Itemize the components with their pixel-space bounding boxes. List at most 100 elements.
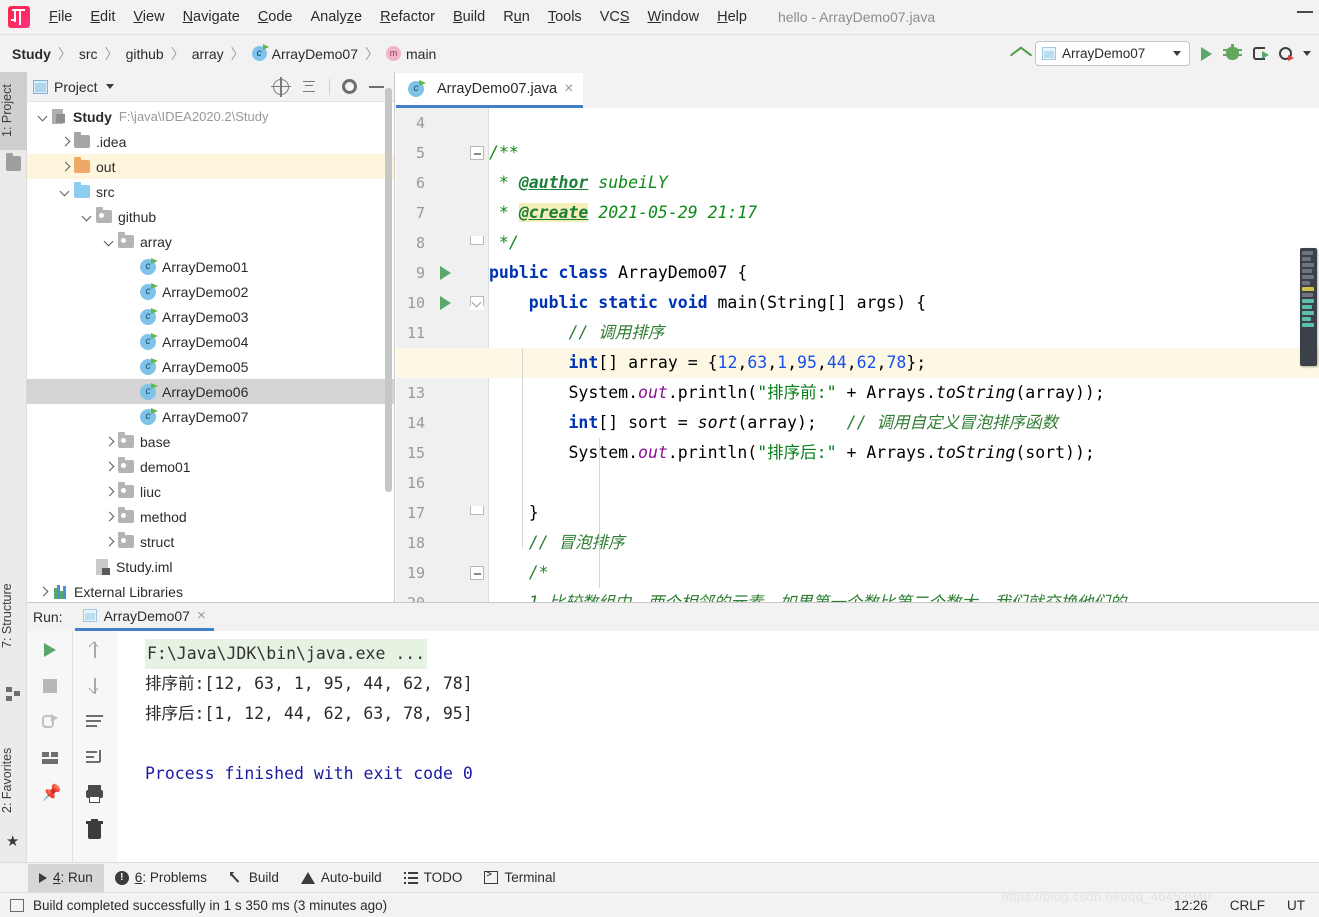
breadcrumb-item-main[interactable]: m main: [386, 46, 436, 62]
chevron-right-icon[interactable]: [57, 159, 73, 175]
bottom-tab-todo[interactable]: TODO: [393, 864, 474, 892]
tree-node-arraydemo05[interactable]: c ArrayDemo05: [27, 354, 394, 379]
chevron-down-icon[interactable]: [79, 209, 95, 225]
tree-node-array[interactable]: array: [27, 229, 394, 254]
dump-threads-button[interactable]: [39, 711, 61, 733]
sidebar-item-project[interactable]: 1: Project: [0, 72, 27, 150]
menu-window[interactable]: Window: [639, 7, 709, 27]
gear-icon[interactable]: [342, 79, 357, 94]
code-fold-icon[interactable]: [470, 566, 484, 580]
breadcrumb-item-github[interactable]: github: [126, 46, 164, 62]
sidebar-item-structure[interactable]: 7: Structure: [0, 568, 27, 663]
debug-button[interactable]: [1222, 43, 1244, 65]
minimize-button[interactable]: [1297, 11, 1313, 13]
chevron-right-icon[interactable]: [101, 484, 117, 500]
tree-node-arraydemo06[interactable]: c ArrayDemo06: [27, 379, 394, 404]
code-line[interactable]: System.out.println("排序前:" + Arrays.toStr…: [489, 378, 1104, 408]
code-editor[interactable]: 456789101112131415161718192021 /** * @au…: [396, 108, 1319, 602]
bottom-tab-6-problems[interactable]: ! 6: Problems: [104, 864, 218, 892]
console-output[interactable]: F:\Java\JDK\bin\java.exe ... 排序前:[12, 63,…: [117, 631, 1319, 862]
tab-arraydemo07-java[interactable]: c ArrayDemo07.java ×: [396, 73, 584, 108]
tree-node-external-libraries[interactable]: External Libraries: [27, 579, 394, 600]
pin-icon[interactable]: 📌: [39, 783, 62, 805]
code-line[interactable]: */: [489, 228, 519, 258]
layout-button[interactable]: [39, 747, 61, 769]
menu-analyze[interactable]: Analyze: [302, 7, 372, 27]
bottom-tab-4-run[interactable]: 4: Run: [28, 863, 104, 892]
chevron-right-icon[interactable]: [101, 434, 117, 450]
project-tree[interactable]: Study F:\java\IDEA2020.2\Study .idea out src…: [27, 102, 394, 600]
code-line[interactable]: }: [489, 498, 539, 528]
status-line-separator[interactable]: CRLF: [1230, 898, 1265, 913]
bottom-tab-terminal[interactable]: Terminal: [473, 864, 566, 892]
close-icon[interactable]: ×: [564, 81, 573, 97]
chevron-down-icon[interactable]: [105, 84, 114, 89]
code-fold-icon[interactable]: [470, 506, 484, 515]
code-line[interactable]: public static void main(String[] args) {: [489, 288, 926, 318]
sidebar-item-favorites[interactable]: 2: Favorites: [0, 730, 27, 830]
locate-icon[interactable]: [271, 76, 291, 97]
chevron-down-icon[interactable]: [1303, 51, 1311, 56]
menu-view[interactable]: View: [124, 7, 173, 27]
tree-node-arraydemo03[interactable]: c ArrayDemo03: [27, 304, 394, 329]
breadcrumb-item-arraydemo07[interactable]: c ArrayDemo07: [251, 44, 358, 62]
code-line[interactable]: * @author subeiLY: [489, 168, 668, 198]
breadcrumb-item-array[interactable]: array: [192, 46, 224, 62]
code-fold-icon[interactable]: [470, 236, 484, 245]
code-analysis-minimap[interactable]: [1300, 248, 1317, 366]
tree-node-struct[interactable]: struct: [27, 529, 394, 554]
chevron-right-icon[interactable]: [101, 509, 117, 525]
chevron-right-icon[interactable]: [101, 534, 117, 550]
chevron-down-icon[interactable]: [35, 109, 51, 125]
close-icon[interactable]: ×: [197, 607, 206, 624]
trash-icon[interactable]: [84, 819, 106, 841]
code-line[interactable]: * @create 2021-05-29 21:17: [489, 198, 757, 228]
run-with-coverage-button[interactable]: [1249, 43, 1271, 65]
tree-node-demo01[interactable]: demo01: [27, 454, 394, 479]
run-tab-arraydemo07[interactable]: ArrayDemo07 ×: [74, 603, 214, 631]
menu-code[interactable]: Code: [249, 7, 302, 27]
chevron-right-icon[interactable]: [35, 584, 51, 600]
code-line[interactable]: int[] array = {12,63,1,95,44,62,78};: [396, 348, 1319, 378]
code-text[interactable]: /** * @author subeiLY * @create 2021-05-…: [396, 108, 1319, 602]
tree-node-src[interactable]: src: [27, 179, 394, 204]
tree-node-study-iml[interactable]: Study.iml: [27, 554, 394, 579]
gutter-run-icon[interactable]: [440, 266, 451, 280]
menu-vcs[interactable]: VCS: [591, 7, 639, 27]
soft-wrap-icon[interactable]: [84, 711, 106, 733]
stop-button[interactable]: [39, 675, 61, 697]
tree-node-study[interactable]: Study F:\java\IDEA2020.2\Study: [27, 104, 394, 129]
down-arrow-icon[interactable]: [84, 675, 106, 697]
print-icon[interactable]: [84, 783, 106, 805]
hide-panel-icon[interactable]: [369, 85, 384, 88]
code-line[interactable]: /**: [489, 138, 519, 168]
tree-node-github[interactable]: github: [27, 204, 394, 229]
menu-file[interactable]: File: [40, 7, 81, 27]
run-button[interactable]: [1195, 43, 1217, 65]
tree-node-arraydemo01[interactable]: c ArrayDemo01: [27, 254, 394, 279]
tree-node-liuc[interactable]: liuc: [27, 479, 394, 504]
chevron-right-icon[interactable]: [101, 459, 117, 475]
tree-node-method[interactable]: method: [27, 504, 394, 529]
up-arrow-icon[interactable]: [84, 639, 106, 661]
run-configuration-selector[interactable]: ArrayDemo07: [1035, 41, 1190, 66]
code-line[interactable]: 1.比较数组中，两个相邻的元素，如果第一个数比第二个数大，我们就交换他们的: [489, 588, 1126, 602]
tree-node-arraydemo04[interactable]: c ArrayDemo04: [27, 329, 394, 354]
chevron-down-icon[interactable]: [57, 184, 73, 200]
breadcrumb-item-study[interactable]: Study: [12, 46, 51, 62]
chevron-right-icon[interactable]: [57, 134, 73, 150]
bottom-tab-build[interactable]: Build: [218, 864, 290, 892]
project-tree-scrollbar[interactable]: [385, 88, 392, 492]
menu-help[interactable]: Help: [708, 7, 756, 27]
menu-navigate[interactable]: Navigate: [174, 7, 249, 27]
tree-node-base[interactable]: base: [27, 429, 394, 454]
rerun-button[interactable]: [39, 639, 61, 661]
menu-run[interactable]: Run: [494, 7, 539, 27]
code-line[interactable]: System.out.println("排序后:" + Arrays.toStr…: [489, 438, 1094, 468]
menu-edit[interactable]: Edit: [81, 7, 124, 27]
tree-node-arraydemo02[interactable]: c ArrayDemo02: [27, 279, 394, 304]
gutter-run-icon[interactable]: [440, 296, 451, 310]
code-line[interactable]: public class ArrayDemo07 {: [489, 258, 747, 288]
menu-refactor[interactable]: Refactor: [371, 7, 444, 27]
code-line[interactable]: // 调用排序: [489, 318, 664, 348]
